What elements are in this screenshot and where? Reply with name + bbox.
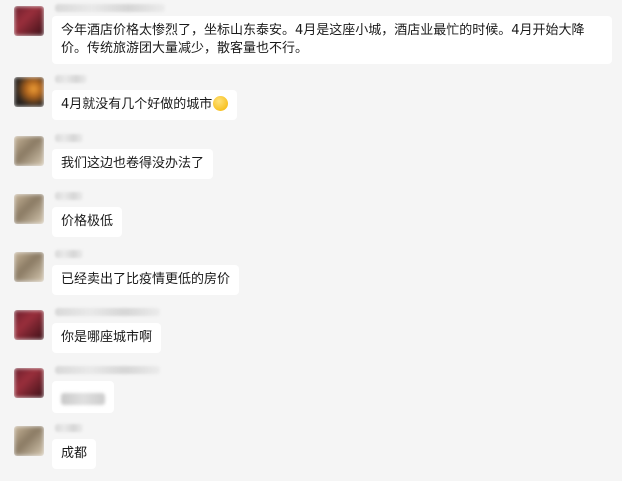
message-bubble[interactable]: 我们这边也卷得没办法了 [52,149,214,179]
blurred-message-text [61,392,105,405]
message-text: 今年酒店价格太惨烈了，坐标山东泰安。4月是这座小城，酒店业最忙的时候。4月开始大… [61,23,585,56]
message-bubble[interactable] [52,381,114,413]
avatar[interactable] [14,77,44,107]
sender-name-blurred [55,191,83,201]
message-text: 你是哪座城市啊 [61,330,153,345]
avatar[interactable] [14,194,44,224]
message-bubble[interactable]: 今年酒店价格太惨烈了，坐标山东泰安。4月是这座小城，酒店业最忙的时候。4月开始大… [52,16,612,64]
message-text: 已经卖出了比疫情更低的房价 [61,272,231,287]
message-text: 4月就没有几个好做的城市 [61,97,213,112]
avatar[interactable] [14,426,44,456]
message-text: 我们这边也卷得没办法了 [61,156,205,171]
sender-name-blurred [55,423,83,433]
avatar[interactable] [14,252,44,282]
message-text: 价格极低 [61,214,114,229]
sender-name-blurred [55,249,83,259]
sender-name-blurred [55,133,83,143]
message-bubble[interactable]: 已经卖出了比疫情更低的房价 [52,265,240,295]
avatar[interactable] [14,368,44,398]
message-bubble[interactable]: 价格极低 [52,207,123,237]
sender-name-blurred [55,3,165,13]
avatar[interactable] [14,310,44,340]
message-bubble[interactable]: 你是哪座城市啊 [52,323,162,353]
sender-name-blurred [55,307,160,317]
sender-name-blurred [55,74,87,84]
message-bubble[interactable]: 4月就没有几个好做的城市 [52,90,238,120]
message-text: 成都 [61,446,88,461]
sweat-smile-emoji-icon [213,96,229,111]
message-bubble[interactable]: 成都 [52,439,97,469]
sender-name-blurred [55,365,160,375]
avatar[interactable] [14,6,44,36]
avatar[interactable] [14,136,44,166]
